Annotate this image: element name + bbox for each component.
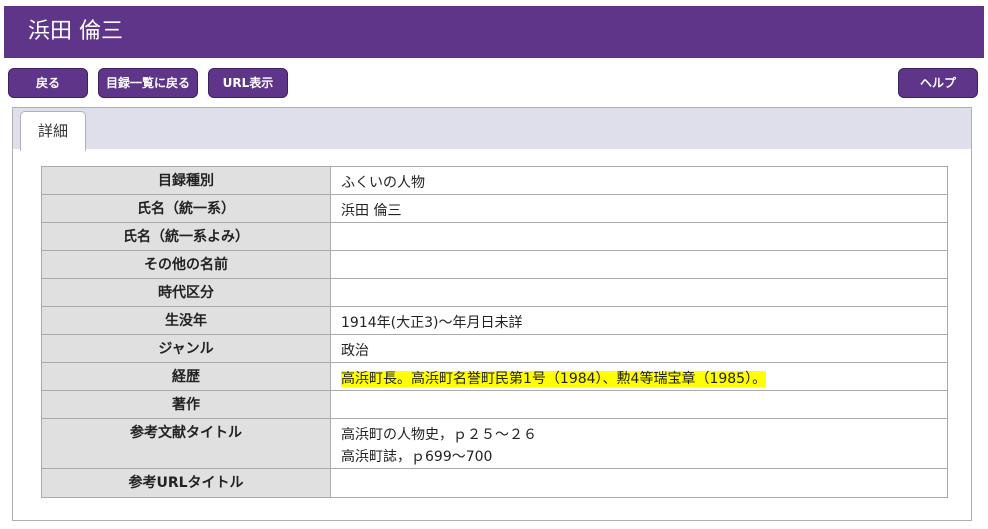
table-row: 著作 <box>41 390 948 419</box>
row-label: 氏名（統一系） <box>41 194 331 223</box>
row-value: 高浜町長。高浜町名誉町民第1号（1984）、勲4等瑞宝章（1985）。 <box>330 362 948 391</box>
table-row: 目録種別 ふくいの人物 <box>41 166 948 195</box>
help-button[interactable]: ヘルプ <box>898 68 978 98</box>
row-value <box>330 250 948 279</box>
table-row: 氏名（統一系よみ） <box>41 222 948 251</box>
row-label: 氏名（統一系よみ） <box>41 222 331 251</box>
table-row: 参考URLタイトル <box>41 468 948 498</box>
row-value <box>330 390 948 419</box>
page-header: 浜田 倫三 <box>4 6 984 58</box>
row-label: その他の名前 <box>41 250 331 279</box>
row-label: 参考URLタイトル <box>41 468 331 498</box>
row-label: 生没年 <box>41 306 331 335</box>
row-value <box>330 222 948 251</box>
reference-title: 高浜町誌，ｐ699～700 <box>341 449 493 465</box>
row-value <box>330 278 948 307</box>
tab-bar: 詳細 <box>13 108 971 151</box>
table-row: その他の名前 <box>41 250 948 279</box>
row-value: 政治 <box>330 334 948 363</box>
row-value <box>330 468 948 498</box>
table-row: 時代区分 <box>41 278 948 307</box>
row-label: 経歴 <box>41 362 331 391</box>
table-row: ジャンル 政治 <box>41 334 948 363</box>
back-to-list-button[interactable]: 目録一覧に戻る <box>98 68 198 98</box>
table-row: 生没年 1914年(大正3)～年月日未詳 <box>41 306 948 335</box>
table-row: 参考文献タイトル 高浜町の人物史，ｐ２５～２６ 高浜町誌，ｐ699～700 <box>41 418 948 469</box>
row-label: ジャンル <box>41 334 331 363</box>
row-value: 1914年(大正3)～年月日未詳 <box>330 306 948 335</box>
row-label: 参考文献タイトル <box>41 418 331 469</box>
table-row: 氏名（統一系） 浜田 倫三 <box>41 194 948 223</box>
detail-table: 目録種別 ふくいの人物 氏名（統一系） 浜田 倫三 氏名（統一系よみ） その他の… <box>41 166 948 498</box>
page-title: 浜田 倫三 <box>28 19 123 44</box>
row-value: ふくいの人物 <box>330 166 948 195</box>
row-value: 高浜町の人物史，ｐ２５～２６ 高浜町誌，ｐ699～700 <box>330 418 948 469</box>
show-url-button[interactable]: URL表示 <box>208 68 288 98</box>
row-label: 著作 <box>41 390 331 419</box>
highlighted-career-text: 高浜町長。高浜町名誉町民第1号（1984）、勲4等瑞宝章（1985）。 <box>341 371 767 387</box>
row-label: 目録種別 <box>41 166 331 195</box>
back-button[interactable]: 戻る <box>8 68 88 98</box>
tab-detail[interactable]: 詳細 <box>20 111 86 151</box>
detail-panel: 詳細 目録種別 ふくいの人物 氏名（統一系） 浜田 倫三 氏名（統一系よみ） そ… <box>12 107 972 521</box>
table-row: 経歴 高浜町長。高浜町名誉町民第1号（1984）、勲4等瑞宝章（1985）。 <box>41 362 948 391</box>
row-value: 浜田 倫三 <box>330 194 948 223</box>
row-label: 時代区分 <box>41 278 331 307</box>
reference-title: 高浜町の人物史，ｐ２５～２６ <box>341 427 537 443</box>
